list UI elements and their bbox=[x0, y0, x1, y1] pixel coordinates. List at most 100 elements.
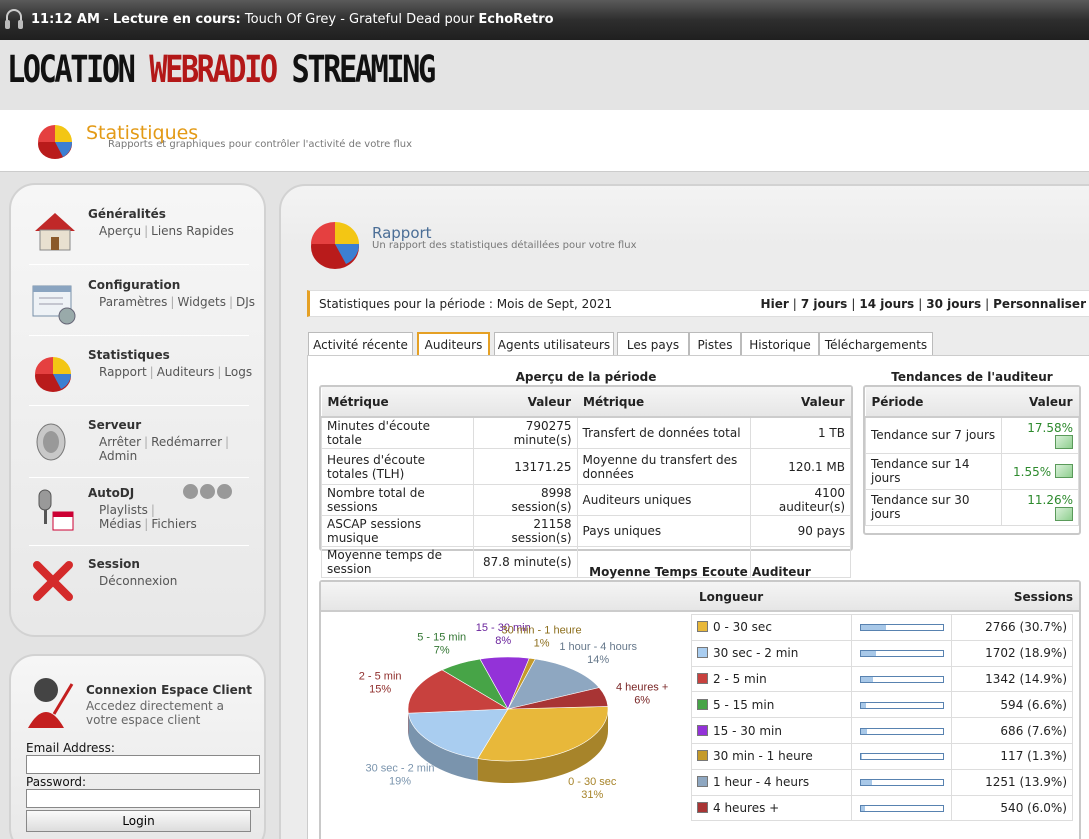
link-arreter[interactable]: Arrêter bbox=[99, 435, 141, 449]
listen-time-table: 0 - 30 sec 2766 (30.7%) 30 sec - 2 min 1702… bbox=[691, 614, 1073, 822]
link-deconnexion[interactable]: Déconnexion bbox=[99, 574, 177, 588]
table-row: 30 sec - 2 min 1702 (18.9%) bbox=[691, 639, 1073, 667]
sidebar-item-title: AutoDJ bbox=[88, 486, 135, 500]
tab-agents-utilisateurs[interactable]: Agents utilisateurs bbox=[494, 332, 614, 356]
link-widgets[interactable]: Widgets bbox=[177, 295, 226, 309]
user-avatar-icon bbox=[28, 678, 74, 728]
legend-swatch bbox=[697, 647, 708, 659]
listen-time-header: Longueur Sessions bbox=[321, 582, 1079, 612]
cell: 1342 (14.9%) bbox=[951, 665, 1073, 693]
range-hier[interactable]: Hier bbox=[761, 297, 789, 311]
link-playlists[interactable]: Playlists bbox=[99, 503, 148, 517]
sidebar-item-serveur[interactable]: Serveur Arrêter | Redémarrer | Admin bbox=[29, 418, 249, 478]
table-row: 0 - 30 sec 2766 (30.7%) bbox=[691, 614, 1073, 641]
next-icon[interactable] bbox=[217, 484, 232, 499]
sidebar-item-title: Session bbox=[88, 557, 140, 571]
link-parametres[interactable]: Paramètres bbox=[99, 295, 167, 309]
login-desc: Accedez directement a votre espace clien… bbox=[86, 699, 224, 727]
legend-label: 5 - 15 min bbox=[713, 697, 775, 712]
listen-time-box: Longueur Sessions 0 - 30 sec 31% 30 sec - … bbox=[319, 580, 1081, 839]
sidebar-item-title: Configuration bbox=[88, 278, 181, 292]
legend-label: 2 - 5 min bbox=[713, 671, 767, 686]
autodj-controls bbox=[183, 484, 232, 502]
cell: 1251 (13.9%) bbox=[951, 768, 1073, 796]
clock: 11:12 AM bbox=[31, 12, 100, 27]
table-row: Nombre total de sessions 8998 session(s) A… bbox=[320, 484, 852, 516]
progress-bar bbox=[859, 779, 944, 787]
table-row: Tendance sur 7 jours 17.58% bbox=[864, 416, 1079, 454]
sidebar-item-statistiques[interactable]: Statistiques Rapport | Auditeurs | Logs bbox=[29, 348, 252, 406]
col-metrique: Métrique bbox=[321, 387, 474, 418]
progress-bar bbox=[859, 650, 944, 658]
range-links: Hier | 7 jours | 14 jours | 30 jours | Personnal… bbox=[760, 297, 1086, 311]
col-valeur: Valeur bbox=[1001, 387, 1079, 418]
table-row: Minutes d'écoute totale 790275 minute(s) T… bbox=[320, 416, 852, 449]
trend-up-icon bbox=[1055, 506, 1073, 521]
cell: 2766 (30.7%) bbox=[951, 614, 1073, 641]
cell: ASCAP sessions musique bbox=[320, 515, 475, 547]
tab-pistes[interactable]: Pistes bbox=[689, 332, 741, 356]
link-liens-rapides[interactable]: Liens Rapides bbox=[151, 224, 234, 238]
table-row: Heures d'écoute totales (TLH) 13171.25 Moy… bbox=[320, 448, 852, 485]
sidebar-item-configuration[interactable]: Configuration Paramètres | Widgets | DJs bbox=[29, 278, 255, 336]
link-apercu[interactable]: Aperçu bbox=[99, 224, 141, 238]
sidebar-item-autodj[interactable]: AutoDJ Playlists | Médias | Fichiers bbox=[29, 484, 249, 546]
cell: 90 pays bbox=[749, 515, 852, 547]
password-field[interactable] bbox=[26, 789, 260, 808]
link-rapport[interactable]: Rapport bbox=[99, 365, 147, 379]
site-logo[interactable]: LOCATION WEBRADIO STREAMING bbox=[7, 48, 436, 91]
range-7-jours[interactable]: 7 jours bbox=[801, 297, 848, 311]
login-title: Connexion Espace Client bbox=[86, 683, 253, 697]
tab-activite-recente[interactable]: Activité récente bbox=[308, 332, 413, 356]
email-field[interactable] bbox=[26, 755, 260, 774]
for-label: pour bbox=[444, 12, 475, 27]
link-admin[interactable]: Admin bbox=[99, 449, 137, 463]
cell: 117 (1.3%) bbox=[951, 742, 1073, 770]
progress-bar bbox=[859, 727, 944, 735]
tab-les-pays[interactable]: Les pays bbox=[617, 332, 689, 356]
tab-content: Aperçu de la période Métrique Valeur Mét… bbox=[307, 355, 1089, 839]
tab-telechargements[interactable]: Téléchargements bbox=[819, 332, 933, 356]
cell: Pays uniques bbox=[576, 515, 751, 547]
link-fichiers[interactable]: Fichiers bbox=[151, 517, 196, 531]
table-row: 30 min - 1 heure 117 (1.3%) bbox=[691, 742, 1073, 770]
range-14-jours[interactable]: 14 jours bbox=[859, 297, 914, 311]
table-row: Tendance sur 30 jours 11.26% bbox=[864, 488, 1079, 526]
link-logs[interactable]: Logs bbox=[224, 365, 252, 379]
link-medias[interactable]: Médias bbox=[99, 517, 141, 531]
cell: 5 - 15 min bbox=[691, 691, 852, 719]
legend-swatch bbox=[697, 621, 708, 633]
link-djs[interactable]: DJs bbox=[236, 295, 255, 309]
legend-swatch bbox=[697, 724, 708, 736]
cell: Tendance sur 7 jours bbox=[864, 416, 1003, 454]
cell: 15 - 30 min bbox=[691, 717, 852, 744]
pie-label: 30 sec - 2 min 19% bbox=[365, 763, 434, 788]
tab-historique[interactable]: Historique bbox=[741, 332, 819, 356]
report-panel: Rapport Un rapport des statistiques déta… bbox=[279, 184, 1089, 839]
cell: 13171.25 bbox=[473, 448, 578, 485]
pie-label: 0 - 30 sec 31% bbox=[568, 776, 617, 801]
cell: Auditeurs uniques bbox=[576, 484, 751, 516]
sidebar-item-generalites[interactable]: Généralités Aperçu | Liens Rapides bbox=[29, 207, 249, 265]
progress-bar bbox=[859, 753, 944, 761]
progress-bar bbox=[859, 624, 944, 632]
sidebar-item-title: Serveur bbox=[88, 418, 142, 432]
trends-box: Période Valeur Tendance sur 7 jours 17.58… bbox=[863, 385, 1081, 535]
range-30-jours[interactable]: 30 jours bbox=[926, 297, 981, 311]
cell: 8998 session(s) bbox=[473, 484, 578, 516]
col-valeur: Valeur bbox=[750, 387, 851, 418]
house-icon bbox=[35, 213, 75, 251]
client-login-panel: Connexion Espace Client Accedez directem… bbox=[9, 654, 266, 839]
pie-label: 5 - 15 min 7% bbox=[417, 632, 466, 657]
pause-icon[interactable] bbox=[183, 484, 198, 499]
login-button[interactable]: Login bbox=[26, 810, 251, 832]
cell: 1 heur - 4 heurs bbox=[691, 768, 852, 796]
sidebar-item-session[interactable]: Session Déconnexion bbox=[29, 557, 249, 609]
cell: 11.26% bbox=[1001, 488, 1079, 526]
tab-auditeurs[interactable]: Auditeurs bbox=[417, 332, 490, 356]
stop-icon[interactable] bbox=[200, 484, 215, 499]
table-row: 2 - 5 min 1342 (14.9%) bbox=[691, 665, 1073, 693]
link-auditeurs[interactable]: Auditeurs bbox=[157, 365, 215, 379]
link-redemarrer[interactable]: Redémarrer bbox=[151, 435, 222, 449]
range-personnaliser[interactable]: Personnaliser bbox=[993, 297, 1086, 311]
